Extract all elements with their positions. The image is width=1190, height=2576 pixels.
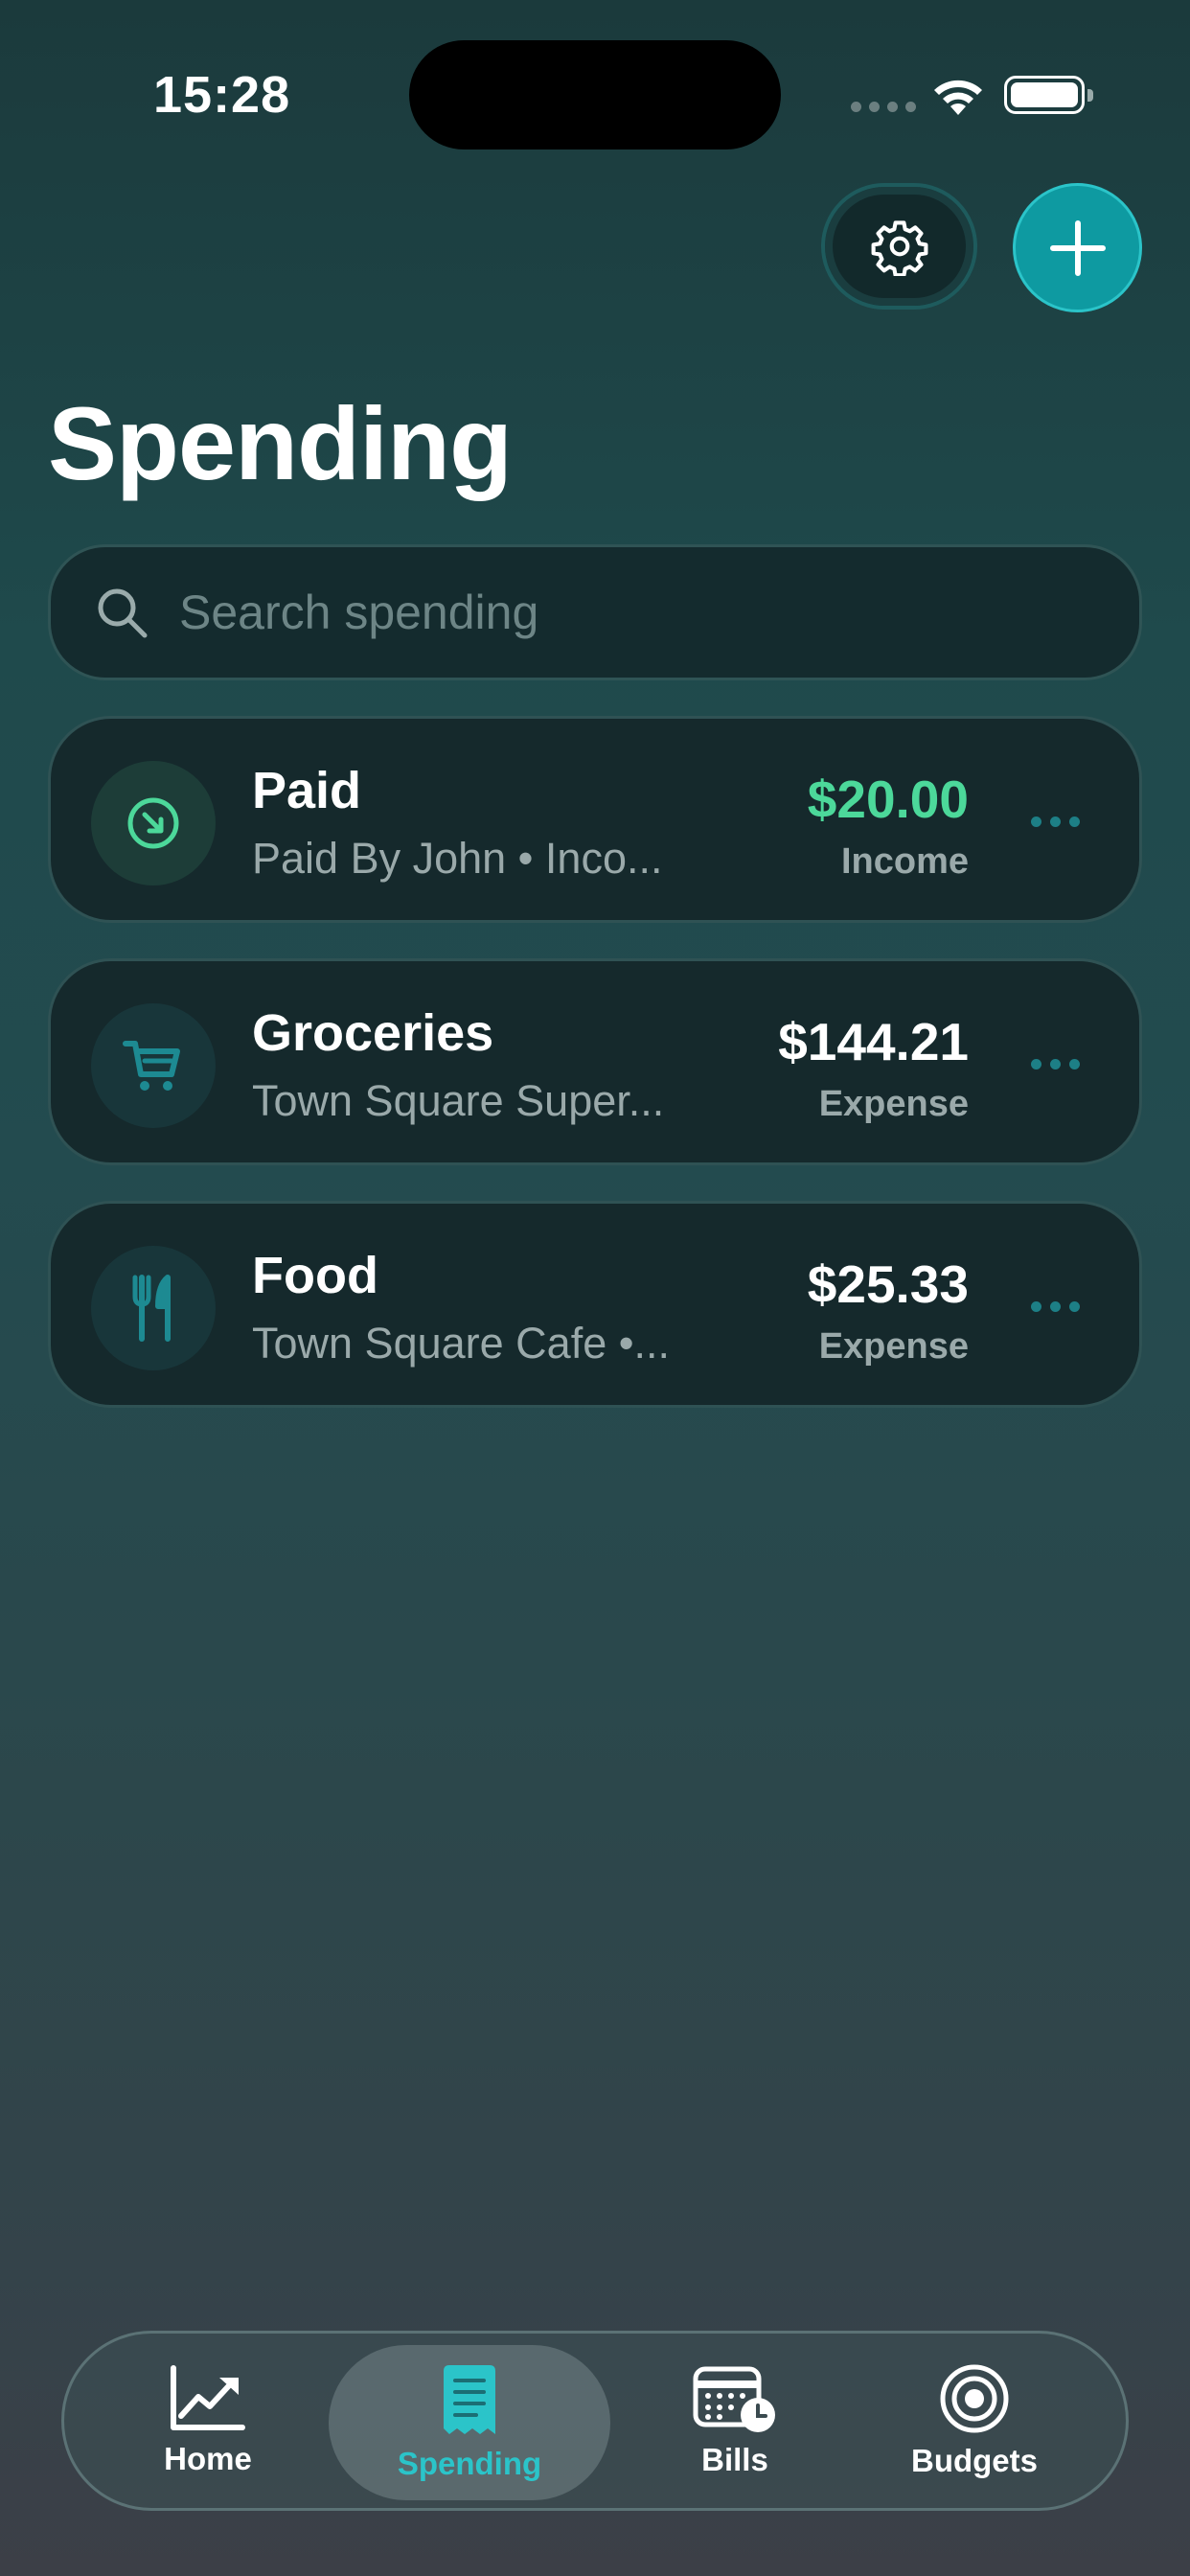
transaction-subtitle: Paid By John • Inco... [252,834,663,883]
wifi-icon [934,80,982,115]
tab-label: Spending [397,2446,542,2481]
transaction-card[interactable]: Paid Paid By John • Inco... $20.00 Incom… [48,716,1142,923]
arrow-down-right-circle-icon [127,797,179,849]
calendar-clock-icon [693,2366,775,2432]
transaction-icon-badge [91,1003,216,1128]
tab-budgets[interactable]: Budgets [888,2334,1061,2508]
cart-icon [123,1041,180,1091]
fork-knife-icon [132,1275,171,1342]
chart-line-icon [171,2365,245,2430]
receipt-icon [444,2365,495,2434]
dynamic-island [409,40,781,150]
cellular-signal-icon [851,102,916,112]
search-icon [98,588,148,638]
status-bar: 15:28 [0,0,1190,192]
transaction-icon-badge [91,761,216,886]
battery-icon [1004,76,1093,114]
more-options-icon[interactable] [1031,816,1080,827]
transaction-amount: $144.21 [778,1012,969,1071]
target-icon [940,2364,1009,2433]
tab-label: Bills [701,2442,768,2477]
transaction-type: Income [840,841,969,882]
transaction-type: Expense [818,1326,969,1367]
transaction-icon-badge [91,1246,216,1370]
tab-label: Budgets [911,2443,1038,2478]
transaction-title: Paid [252,762,362,819]
search-input[interactable] [179,585,1041,640]
transaction-type: Expense [818,1084,969,1124]
tab-home[interactable]: Home [131,2334,285,2508]
tab-bills[interactable]: Bills [649,2334,821,2508]
transaction-card[interactable]: Food Town Square Cafe •... $25.33 Expens… [48,1201,1142,1408]
search-bar[interactable] [48,544,1142,680]
tab-spending[interactable]: Spending [329,2345,610,2500]
add-button[interactable] [1013,183,1142,312]
gear-icon [871,220,927,276]
transaction-subtitle: Town Square Super... [252,1076,665,1125]
tab-bar: Home Spending Bills Budgets [61,2331,1129,2511]
transaction-card[interactable]: Groceries Town Square Super... $144.21 E… [48,958,1142,1165]
transaction-title: Groceries [252,1004,494,1062]
status-time: 15:28 [153,66,291,124]
settings-button[interactable] [821,183,977,310]
page-title: Spending [48,385,513,501]
transaction-amount: $20.00 [807,770,969,829]
more-options-icon[interactable] [1031,1059,1080,1070]
transaction-subtitle: Town Square Cafe •... [252,1319,670,1368]
plus-icon [1049,219,1106,276]
transaction-title: Food [252,1247,378,1304]
transaction-amount: $25.33 [807,1254,969,1314]
tab-label: Home [164,2441,252,2476]
more-options-icon[interactable] [1031,1301,1080,1312]
